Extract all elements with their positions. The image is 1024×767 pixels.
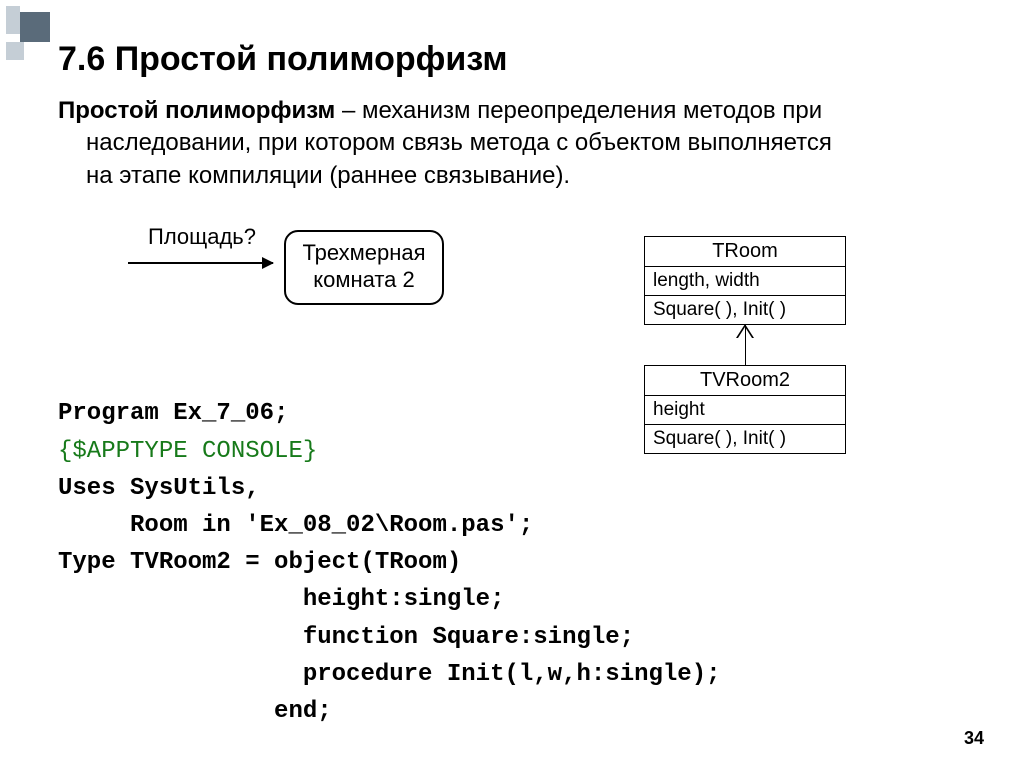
uml-class-operations: Square( ), Init( ) [645, 296, 845, 324]
uml-diagram: TRoom length, width Square( ), Init( ) T… [644, 236, 846, 454]
inheritance-line [745, 325, 746, 365]
code-line: function Square:single; [58, 624, 634, 651]
definition-text: механизм переопределения методов при [362, 97, 822, 124]
decor-square [6, 42, 24, 60]
uml-class-operations: Square( ), Init( ) [645, 425, 845, 453]
uml-class-name: TVRoom2 [645, 366, 845, 396]
uml-class-name: TRoom [645, 237, 845, 267]
code-line: end; [58, 698, 332, 725]
room-box-line1: Трехмерная [292, 240, 436, 266]
decor-square [6, 6, 20, 20]
decor-square [20, 12, 50, 42]
uml-class-troom: TRoom length, width Square( ), Init( ) [644, 236, 846, 325]
uml-inheritance-arrow [644, 325, 846, 365]
diagram-question-label: Площадь? [148, 224, 256, 250]
uml-class-attributes: length, width [645, 267, 845, 296]
code-line: procedure Init(l,w,h:single); [58, 661, 721, 688]
code-line: Uses SysUtils, [58, 475, 260, 502]
definition-line2: наследовании, при котором связь метода с… [58, 127, 984, 159]
definition-sep: – [335, 97, 362, 124]
decor-square [6, 20, 20, 34]
diagram-room-box: Трехмерная комната 2 [284, 230, 444, 305]
arrow-icon [128, 262, 273, 264]
room-box-line2: комната 2 [292, 267, 436, 293]
definition-line3: на этапе компиляции (раннее связывание). [58, 160, 984, 192]
code-line: Type TVRoom2 = object(TRoom) [58, 549, 461, 576]
uml-class-attributes: height [645, 396, 845, 425]
page-number: 34 [964, 728, 984, 749]
definition-paragraph: Простой полиморфизм – механизм переопред… [58, 95, 984, 192]
code-line: height:single; [58, 586, 504, 613]
uml-class-tvroom2: TVRoom2 height Square( ), Init( ) [644, 365, 846, 454]
definition-term: Простой полиморфизм [58, 97, 335, 124]
code-line: Program Ex_7_06; [58, 400, 288, 427]
slide-title: 7.6 Простой полиморфизм [58, 40, 984, 79]
code-line-directive: {$APPTYPE CONSOLE} [58, 438, 317, 465]
code-line: Room in 'Ex_08_02\Room.pas'; [58, 512, 533, 539]
